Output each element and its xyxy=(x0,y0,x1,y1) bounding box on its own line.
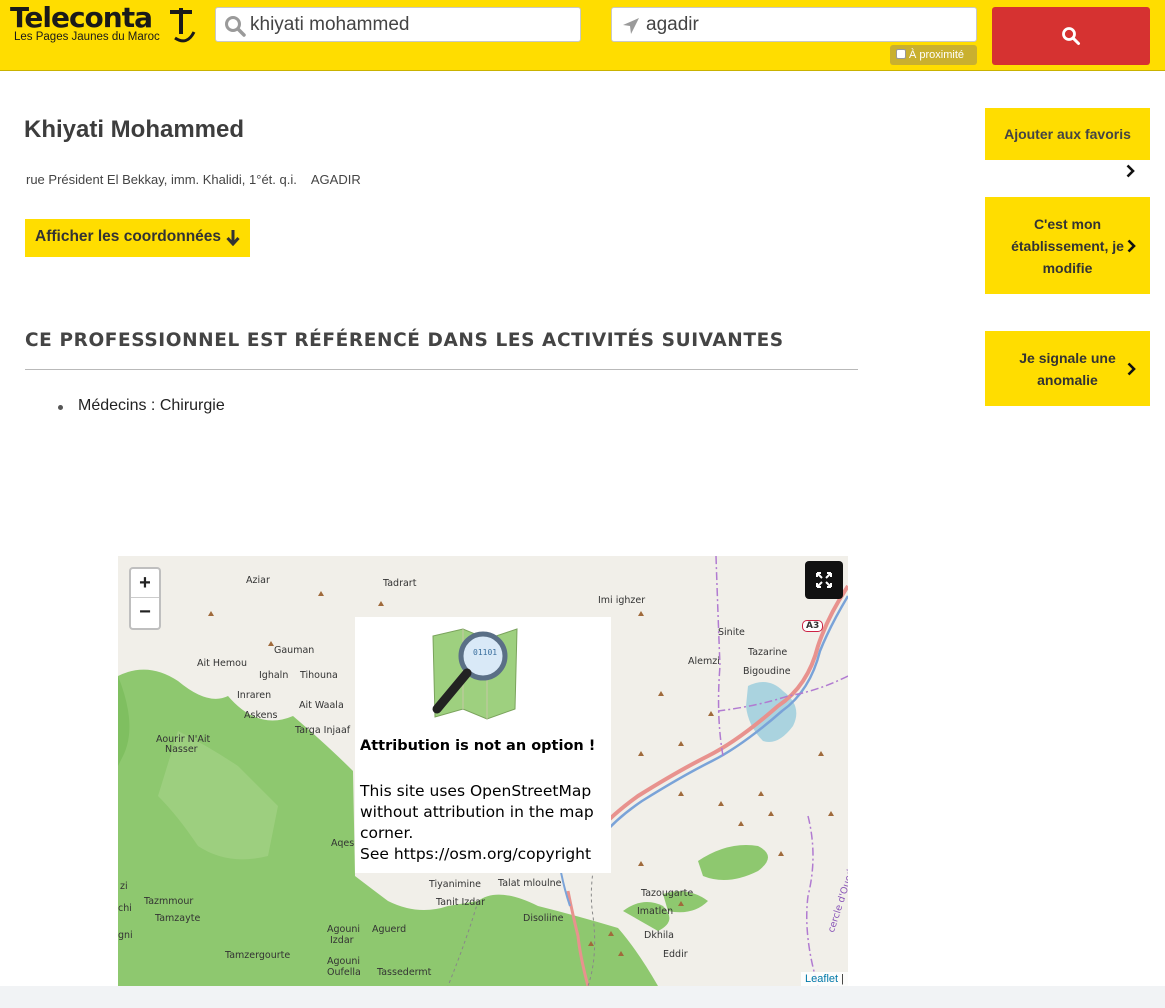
claim-business-label: C'est mon établissement, je modifie xyxy=(1011,215,1124,276)
highway-shield: A3 xyxy=(802,620,824,632)
logo-t-mark-icon xyxy=(170,8,196,43)
where-search-field[interactable] xyxy=(611,7,977,42)
map-place-label: gni xyxy=(118,930,133,941)
map-place-label: Nasser xyxy=(165,744,198,755)
listing-name: Khiyati Mohammed xyxy=(24,116,245,143)
map-place-label: Sinite xyxy=(718,627,745,638)
site-header: Teleconta Les Pages Jaunes du Maroc À pr… xyxy=(0,0,1165,71)
location-arrow-icon xyxy=(623,18,639,34)
arrow-down-icon xyxy=(226,230,240,246)
add-favorites-button[interactable]: Ajouter aux favoris xyxy=(985,108,1150,160)
map-zoom-control: + − xyxy=(129,567,161,630)
map-place-label: Imi ighzer xyxy=(598,595,646,606)
map-place-label: Tadrart xyxy=(383,578,417,589)
map-place-label: Tazmmour xyxy=(144,896,194,907)
where-search-input[interactable] xyxy=(646,11,966,38)
chevron-right-icon xyxy=(1127,239,1136,252)
show-contact-label: Afficher les coordonnées xyxy=(35,228,222,245)
osm-attribution-notice: 01101 Attribution is not an option ! Thi… xyxy=(355,617,611,873)
map-place-label: chi xyxy=(118,903,132,914)
map-place-label: Askens xyxy=(244,710,278,721)
notice-body-text: This site uses OpenStreetMap without att… xyxy=(360,782,594,842)
map-place-label: Bigoudine xyxy=(743,666,791,677)
proximity-label: À proximité xyxy=(909,49,965,61)
telecontact-logo[interactable]: Teleconta Les Pages Jaunes du Maroc xyxy=(10,1,196,46)
map-place-label: Ighaln xyxy=(259,670,289,681)
zoom-out-button[interactable]: − xyxy=(131,598,159,627)
map-attribution: Leaflet | xyxy=(801,972,848,986)
attribution-separator: | xyxy=(838,973,844,985)
what-search-input[interactable] xyxy=(250,11,570,38)
chevron-right-icon xyxy=(1127,362,1136,375)
map-place-label: Ait Hemou xyxy=(197,658,247,669)
map-place-label: Tassedermt xyxy=(377,967,432,978)
map-place-label: Ait Waala xyxy=(299,700,344,711)
notice-heading: Attribution is not an option ! xyxy=(360,738,596,754)
map-place-label: Agouni xyxy=(327,956,361,967)
listing-address: rue Président El Bekkay, imm. Khalidi, 1… xyxy=(26,172,361,187)
what-search-field[interactable] xyxy=(215,7,581,42)
map-place-label: Disoliine xyxy=(523,913,564,924)
zoom-in-button[interactable]: + xyxy=(131,569,159,598)
search-icon xyxy=(1062,27,1080,45)
report-anomaly-button[interactable]: Je signale une anomalie xyxy=(985,331,1150,406)
map-place-label: Talat mloulne xyxy=(498,878,562,889)
proximity-checkbox[interactable] xyxy=(896,49,906,59)
activities-heading: CE PROFESSIONNEL EST RÉFÉRENCÉ DANS LES … xyxy=(25,330,784,351)
map-place-label: Izdar xyxy=(330,935,354,946)
proximity-toggle[interactable]: À proximité xyxy=(890,45,977,65)
location-map[interactable]: Aziar Tadrart Imi ighzer Sinite Tazarine… xyxy=(118,556,848,986)
map-place-label: Tamzergourte xyxy=(225,950,291,961)
map-place-label: Gauman xyxy=(274,645,315,656)
map-place-label: Inraren xyxy=(237,690,272,701)
map-place-label: Oufella xyxy=(327,967,361,978)
map-place-label: Targa Injaaf xyxy=(295,725,351,736)
map-place-label: Aqes xyxy=(331,838,355,849)
add-favorites-label: Ajouter aux favoris xyxy=(1004,126,1131,142)
chevron-right-icon xyxy=(1126,164,1135,178)
logo-text: Teleconta xyxy=(10,1,153,34)
map-place-label: Tihouna xyxy=(300,670,338,681)
address-street: rue Président El Bekkay, imm. Khalidi, 1… xyxy=(26,172,297,187)
notice-body: This site uses OpenStreetMap without att… xyxy=(360,781,608,865)
map-place-label: Tazougarte xyxy=(641,888,694,899)
search-submit-button[interactable] xyxy=(992,7,1150,65)
osm-magnifier-logo-icon: 01101 xyxy=(432,628,518,720)
map-place-label: Tiyanimine xyxy=(429,879,482,890)
map-place-label: Agouni xyxy=(327,924,361,935)
show-contact-button[interactable]: Afficher les coordonnées xyxy=(25,219,250,257)
logo-tagline: Les Pages Jaunes du Maroc xyxy=(14,31,160,43)
map-place-label: Dkhila xyxy=(644,930,674,941)
map-place-label: Tanit Izdar xyxy=(436,897,486,908)
search-icon xyxy=(225,16,246,37)
address-city: AGADIR xyxy=(310,172,361,187)
svg-text:01101: 01101 xyxy=(473,648,497,657)
map-place-label: Imatlen xyxy=(637,906,674,917)
fullscreen-button[interactable] xyxy=(805,561,843,599)
report-anomaly-label: Je signale une anomalie xyxy=(1019,349,1116,388)
claim-business-button[interactable]: C'est mon établissement, je modifie xyxy=(985,197,1150,294)
map-place-label: Aziar xyxy=(246,575,270,586)
map-place-label: Alemzi xyxy=(688,656,720,667)
map-place-label: Eddir xyxy=(663,949,688,960)
activity-item[interactable]: Médecins : Chirurgie xyxy=(58,397,225,415)
expand-icon xyxy=(816,572,832,588)
page-footer-strip xyxy=(0,986,1165,1008)
map-place-label: zi xyxy=(120,881,128,892)
notice-copyright-link: See https://osm.org/copyright xyxy=(360,845,592,863)
map-place-label: Aguerd xyxy=(372,924,407,935)
map-place-label: Tamzayte xyxy=(155,913,201,924)
map-place-label: Tazarine xyxy=(748,647,788,658)
section-divider xyxy=(25,369,858,370)
leaflet-link[interactable]: Leaflet xyxy=(805,973,838,985)
activities-list: Médecins : Chirurgie xyxy=(58,397,225,415)
